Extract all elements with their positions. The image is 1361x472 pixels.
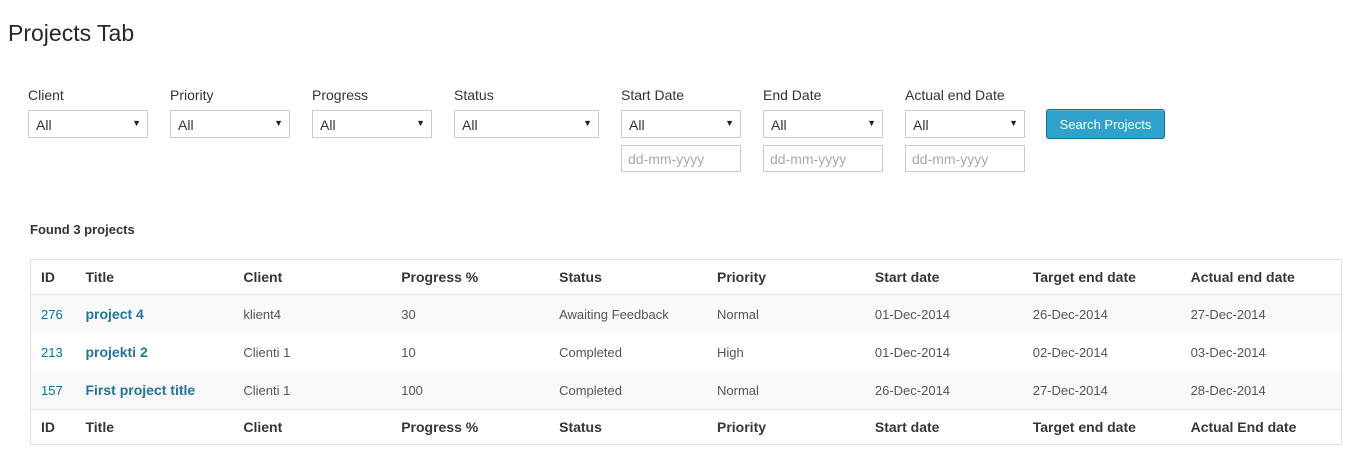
caret-down-icon: ▼	[867, 118, 876, 128]
start-date-select[interactable]: All ▼	[621, 110, 741, 138]
status-select[interactable]: All ▼	[454, 110, 599, 138]
cell-actual-end-date: 28-Dec-2014	[1180, 371, 1342, 410]
column-header-title: Title	[75, 259, 234, 295]
end-date-filter: End Date All ▼	[763, 87, 883, 172]
priority-select-value: All	[178, 117, 194, 133]
priority-filter: Priority All ▼	[170, 87, 290, 138]
status-filter: Status All ▼	[454, 87, 599, 138]
table-footer: ID Title Client Progress % Status Priori…	[30, 409, 1342, 445]
page-title: Projects Tab	[8, 20, 135, 46]
priority-filter-label: Priority	[170, 87, 214, 103]
column-header-priority: Priority	[707, 259, 865, 295]
caret-down-icon: ▼	[725, 118, 734, 128]
column-header-progress: Progress %	[391, 259, 550, 295]
progress-filter-label: Progress	[312, 87, 369, 103]
cell-id[interactable]: 157	[30, 371, 76, 410]
column-footer-id: ID	[30, 409, 76, 445]
caret-down-icon: ▼	[583, 118, 592, 128]
search-projects-button[interactable]: Search Projects	[1046, 109, 1165, 139]
progress-select[interactable]: All ▼	[312, 110, 432, 138]
cell-progress: 30	[391, 294, 550, 333]
cell-start-date: 26-Dec-2014	[864, 371, 1023, 410]
status-select-value: All	[462, 117, 478, 133]
table-header: ID Title Client Progress % Status Priori…	[30, 259, 1342, 295]
cell-start-date: 01-Dec-2014	[874, 344, 951, 360]
end-date-input[interactable]	[763, 145, 883, 172]
column-footer-actual-end-date: Actual End date	[1180, 409, 1342, 445]
actual-end-date-filter: Actual end Date All ▼	[905, 87, 1025, 172]
table-row: 157 First project title Clienti 1 100 Co…	[30, 371, 1342, 410]
cell-start-date: 01-Dec-2014	[864, 294, 1023, 333]
cell-target-end-date: 26-Dec-2014	[1022, 294, 1181, 333]
cell-actual-end-date: 03-Dec-2014	[1190, 344, 1266, 360]
column-footer-start-date: Start date	[864, 409, 1023, 445]
actual-end-date-select[interactable]: All ▼	[905, 110, 1025, 138]
cell-status: Completed	[559, 344, 622, 360]
column-footer-title: Title	[75, 409, 234, 445]
cell-client: Clienti 1	[233, 371, 392, 410]
client-select-value: All	[36, 117, 52, 133]
cell-title[interactable]: project 4	[75, 294, 234, 333]
cell-priority: High	[717, 344, 744, 360]
cell-id[interactable]: 276	[30, 294, 76, 333]
cell-status: Awaiting Feedback	[549, 294, 707, 333]
column-header-target-end-date: Target end date	[1022, 259, 1181, 295]
cell-id[interactable]: 213	[31, 333, 76, 371]
column-footer-priority: Priority	[707, 409, 865, 445]
column-footer-client: Client	[233, 409, 392, 445]
column-header-actual-end-date: Actual end date	[1180, 259, 1342, 295]
column-header-start-date: Start date	[864, 259, 1023, 295]
progress-filter: Progress All ▼	[312, 87, 432, 138]
cell-progress: 10	[401, 344, 416, 360]
cell-title[interactable]: First project title	[75, 371, 234, 410]
client-filter-label: Client	[28, 87, 64, 103]
column-header-client: Client	[233, 259, 392, 295]
actual-end-date-filter-label: Actual end Date	[905, 87, 1005, 103]
cell-actual-end-date: 27-Dec-2014	[1180, 294, 1342, 333]
end-date-select[interactable]: All ▼	[763, 110, 883, 138]
start-date-filter: Start Date All ▼	[621, 87, 741, 172]
status-filter-label: Status	[454, 87, 494, 103]
end-date-select-value: All	[771, 117, 787, 133]
cell-priority: Normal	[707, 371, 865, 410]
client-select[interactable]: All ▼	[28, 110, 148, 138]
cell-progress: 100	[391, 371, 550, 410]
start-date-select-value: All	[629, 117, 645, 133]
column-footer-status: Status	[549, 409, 707, 445]
priority-select[interactable]: All ▼	[170, 110, 290, 138]
client-filter: Client All ▼	[28, 87, 148, 138]
column-footer-target-end-date: Target end date	[1022, 409, 1181, 445]
cell-target-end-date: 27-Dec-2014	[1022, 371, 1181, 410]
caret-down-icon: ▼	[1009, 118, 1018, 128]
project-id-link[interactable]: 213	[41, 345, 63, 360]
cell-client: klient4	[233, 294, 392, 333]
caret-down-icon: ▼	[274, 118, 283, 128]
progress-select-value: All	[320, 117, 336, 133]
caret-down-icon: ▼	[132, 118, 141, 128]
project-id-link[interactable]: 276	[41, 307, 63, 322]
caret-down-icon: ▼	[416, 118, 425, 128]
cell-client: Clienti 1	[243, 344, 291, 360]
projects-table: ID Title Client Progress % Status Priori…	[30, 259, 1342, 445]
column-header-status: Status	[549, 259, 707, 295]
start-date-filter-label: Start Date	[621, 87, 685, 103]
cell-status: Completed	[549, 371, 707, 410]
cell-priority: Normal	[707, 294, 865, 333]
cell-title[interactable]: projekti 2	[75, 333, 233, 371]
cell-target-end-date: 02-Dec-2014	[1032, 344, 1108, 360]
column-header-id: ID	[30, 259, 76, 295]
table-row: 213 projekti 2 Clienti 1 10 Completed Hi…	[31, 333, 1342, 371]
project-title-link[interactable]: First project title	[85, 382, 195, 398]
start-date-input[interactable]	[621, 145, 741, 172]
project-title-link[interactable]: projekti 2	[85, 344, 147, 360]
table-row: 276 project 4 klient4 30 Awaiting Feedba…	[30, 294, 1342, 333]
end-date-filter-label: End Date	[763, 87, 822, 103]
actual-end-date-select-value: All	[913, 117, 929, 133]
project-title-link[interactable]: project 4	[85, 306, 143, 322]
project-id-link[interactable]: 157	[41, 383, 63, 398]
results-count: Found 3 projects	[30, 222, 135, 237]
actual-end-date-input[interactable]	[905, 145, 1025, 172]
column-footer-progress: Progress %	[391, 409, 550, 445]
